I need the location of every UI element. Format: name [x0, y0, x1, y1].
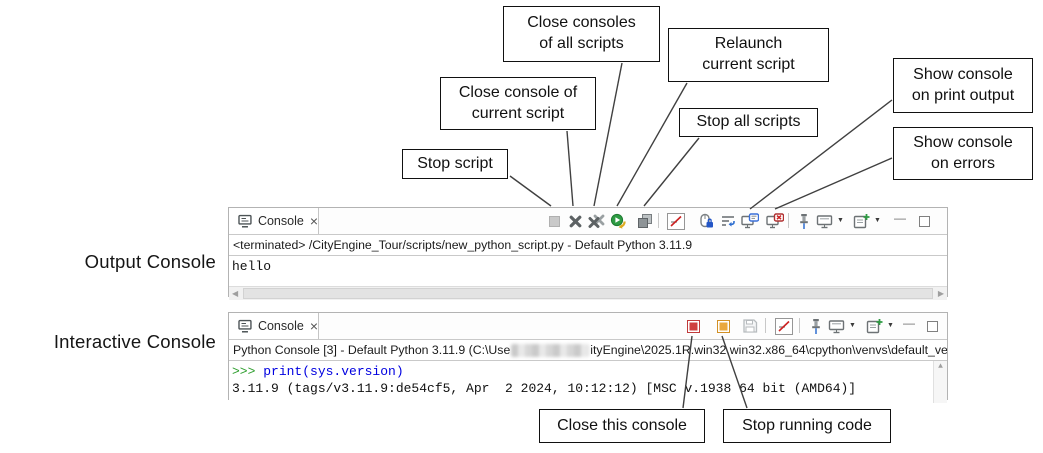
stop-all-scripts-icon — [637, 213, 653, 229]
stop-script-button[interactable] — [545, 212, 563, 230]
show-on-stdout-button[interactable] — [741, 212, 759, 230]
toolbar-separator — [799, 318, 800, 333]
stop-running-code-icon — [717, 320, 730, 333]
display-selected-console-icon — [816, 214, 833, 229]
toolbar-separator — [658, 213, 659, 228]
dropdown-arrow-icon[interactable]: ▼ — [849, 322, 856, 329]
console-input-area[interactable]: >>> print(sys.version) 3.11.9 (tags/v3.1… — [229, 361, 947, 403]
maximize-button[interactable] — [923, 317, 941, 335]
interactive-console-panel: Console × — [228, 312, 948, 400]
callout-stop-all-scripts: Stop all scripts — [679, 108, 818, 137]
callout-stop-running-code: Stop running code — [723, 409, 891, 443]
console-toolbar: ▼ ▼ — — [229, 313, 947, 339]
python-code: print(sys.version) — [263, 364, 403, 379]
callout-close-console-current: Close console of current script — [440, 77, 596, 130]
redacted-user-path — [511, 344, 589, 357]
dropdown-arrow-icon[interactable]: ▼ — [837, 217, 844, 224]
console-header: Console × — [229, 313, 947, 340]
callout-close-consoles-all: Close consoles of all scripts — [503, 6, 660, 62]
minimize-icon: — — [903, 317, 915, 329]
save-console-button[interactable] — [741, 317, 759, 335]
open-console-icon — [853, 213, 870, 230]
pin-console-icon — [797, 213, 811, 230]
minimize-button[interactable]: — — [900, 317, 918, 335]
scroll-left-icon[interactable]: ◀ — [232, 287, 238, 300]
status-prefix: Python Console [3] - Default Python 3.11… — [233, 343, 510, 357]
output-console-panel: Console × — [228, 207, 948, 297]
close-console-current-button[interactable] — [566, 212, 584, 230]
close-this-console-icon — [687, 320, 700, 333]
prompt-line: >>> print(sys.version) — [232, 363, 947, 380]
display-selected-console-button[interactable] — [827, 317, 845, 335]
console-output-text: hello — [232, 258, 947, 275]
maximize-icon — [919, 216, 930, 227]
scroll-up-icon[interactable]: ▲ — [934, 361, 947, 372]
callout-relaunch-current: Relaunch current script — [668, 28, 829, 82]
toolbar-separator — [788, 213, 789, 228]
word-wrap-toggle-icon — [775, 318, 793, 335]
label-output-console: Output Console — [40, 251, 216, 273]
display-selected-console-icon — [828, 319, 845, 334]
status-suffix: ityEngine\2025.1R.win32.win32.x86_64\cpy… — [590, 343, 947, 357]
show-on-stdout-icon — [741, 213, 759, 229]
relaunch-current-button[interactable] — [609, 212, 627, 230]
pin-console-button[interactable] — [795, 212, 813, 230]
dropdown-arrow-icon[interactable]: ▼ — [874, 217, 881, 224]
word-wrap-icon — [720, 213, 736, 229]
word-wrap-button[interactable] — [719, 212, 737, 230]
open-console-button[interactable] — [865, 317, 883, 335]
open-console-button[interactable] — [852, 212, 870, 230]
scroll-lock-icon — [698, 213, 714, 229]
console-output-area: hello — [229, 256, 947, 286]
show-on-stderr-button[interactable] — [766, 212, 784, 230]
figure-canvas: Output Console Interactive Console Conso… — [0, 0, 1043, 453]
stop-script-icon — [549, 216, 560, 227]
stop-running-code-button[interactable] — [714, 317, 732, 335]
dropdown-arrow-icon[interactable]: ▼ — [887, 322, 894, 329]
maximize-button[interactable] — [915, 212, 933, 230]
save-console-icon — [742, 318, 758, 334]
toolbar-separator — [765, 318, 766, 333]
close-console-current-icon — [568, 214, 583, 229]
scroll-lock-button[interactable] — [697, 212, 715, 230]
callout-stop-script: Stop script — [402, 149, 508, 179]
console-header: Console × — [229, 208, 947, 235]
close-consoles-all-button[interactable] — [587, 212, 605, 230]
close-this-console-button[interactable] — [684, 317, 702, 335]
pin-console-icon — [809, 318, 823, 335]
minimize-button[interactable]: — — [891, 212, 909, 230]
word-wrap-toggle-button[interactable] — [775, 317, 793, 335]
python-output-line: 3.11.9 (tags/v3.11.9:de54cf5, Apr 2 2024… — [232, 380, 947, 397]
label-interactive-console: Interactive Console — [4, 331, 216, 353]
python-prompt: >>> — [232, 364, 263, 379]
horizontal-scrollbar[interactable]: ◀ ▶ — [229, 286, 947, 300]
maximize-icon — [927, 321, 938, 332]
vertical-scrollbar[interactable]: ▲ — [933, 361, 947, 403]
show-on-stderr-icon — [766, 213, 784, 229]
display-selected-console-button[interactable] — [815, 212, 833, 230]
relaunch-current-icon — [610, 213, 627, 230]
pin-console-button[interactable] — [807, 317, 825, 335]
scroll-right-icon[interactable]: ▶ — [938, 287, 944, 300]
callout-show-console-errors: Show console on errors — [893, 127, 1033, 180]
clear-console-icon — [667, 213, 685, 230]
python-console-status-line: Python Console [3] - Default Python 3.11… — [229, 340, 947, 361]
open-console-icon — [866, 318, 883, 335]
close-consoles-all-icon — [588, 214, 605, 229]
stop-all-scripts-button[interactable] — [636, 212, 654, 230]
console-toolbar: ▼ ▼ — — [229, 208, 947, 234]
clear-console-button[interactable] — [667, 212, 685, 230]
callout-close-this-console: Close this console — [539, 409, 705, 443]
launch-status-line: <terminated> /CityEngine_Tour/scripts/ne… — [229, 235, 947, 256]
scrollbar-thumb[interactable] — [243, 288, 933, 299]
callout-show-console-print: Show console on print output — [893, 58, 1033, 113]
minimize-icon: — — [894, 212, 906, 224]
